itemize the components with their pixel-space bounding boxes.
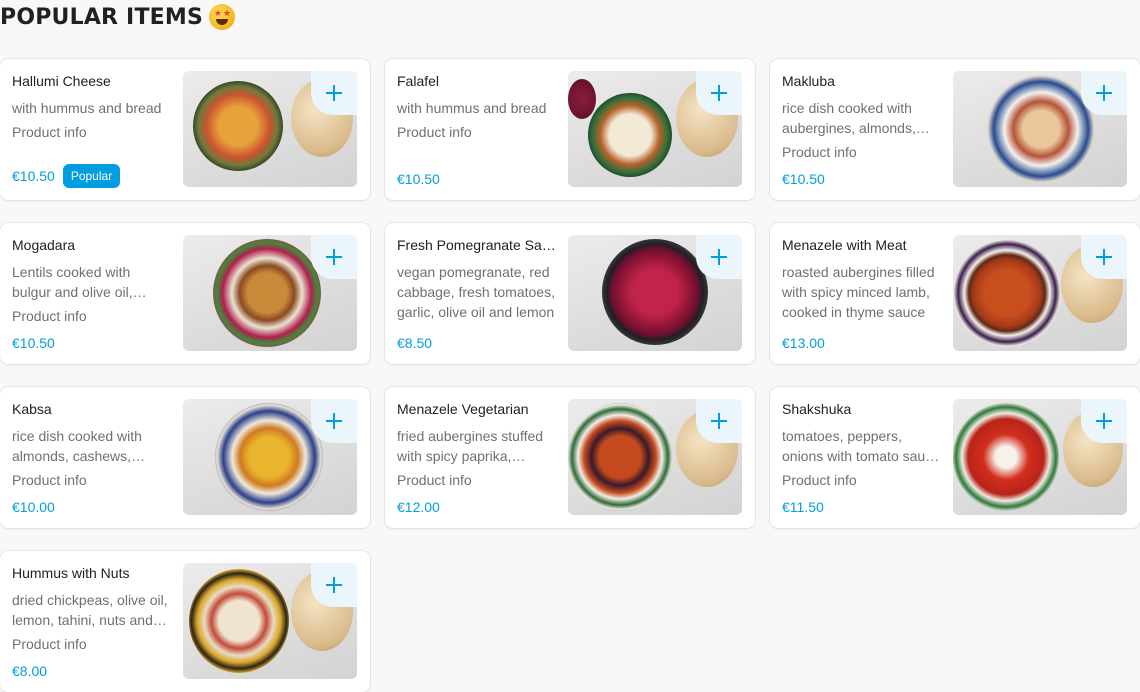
item-name: Fresh Pomegranate Salad [397, 237, 557, 253]
section-title-text: POPULAR ITEMS [0, 4, 204, 30]
item-image [953, 399, 1127, 515]
item-price: €8.00 [12, 663, 48, 679]
plus-icon [711, 249, 727, 265]
item-card-makluba[interactable]: Makluba rice dish cooked with aubergines… [770, 59, 1140, 200]
add-to-cart-button[interactable] [311, 235, 357, 279]
plus-icon [1096, 85, 1112, 101]
item-card-mogadara[interactable]: Mogadara Lentils cooked with bulgur and … [0, 223, 370, 364]
add-to-cart-button[interactable] [1081, 399, 1127, 443]
item-image [183, 71, 357, 187]
item-price: €11.50 [782, 499, 824, 515]
item-description: rice dish cooked with aubergines, almond… [782, 100, 916, 136]
item-price: €12.00 [397, 499, 440, 515]
item-price: €10.50 [397, 171, 440, 187]
item-card-menazele-vegetarian[interactable]: Menazele Vegetarian fried aubergines stu… [385, 387, 755, 528]
product-info-link[interactable]: Product info [12, 306, 172, 326]
item-price: €10.00 [12, 499, 55, 515]
item-description: fried aubergines stuffed with spicy papr… [397, 428, 544, 464]
add-to-cart-button[interactable] [696, 71, 742, 115]
item-card-fresh-pomegranate-salad[interactable]: Fresh Pomegranate Salad vegan pomegranat… [385, 223, 755, 364]
item-price: €13.00 [782, 335, 825, 351]
add-to-cart-button[interactable] [311, 563, 357, 607]
item-card-kabsa[interactable]: Kabsa rice dish cooked with almonds, cas… [0, 387, 370, 528]
product-info-link[interactable]: Product info [12, 122, 172, 142]
plus-icon [326, 249, 342, 265]
item-description: rice dish cooked with almonds, cashews, … [12, 428, 142, 464]
item-image [183, 235, 357, 351]
item-card-menazele-with-meat[interactable]: Menazele with Meat roasted aubergines fi… [770, 223, 1140, 364]
item-card-shakshuka[interactable]: Shakshuka tomatoes, peppers, onions with… [770, 387, 1140, 528]
item-price: €10.50 [12, 335, 55, 351]
add-to-cart-button[interactable] [1081, 71, 1127, 115]
item-price: €10.50 [782, 171, 825, 187]
add-to-cart-button[interactable] [696, 235, 742, 279]
popular-badge: Popular [62, 164, 121, 188]
item-name: Hallumi Cheese [12, 73, 111, 89]
item-image [568, 399, 742, 515]
plus-icon [1096, 249, 1112, 265]
item-name: Kabsa [12, 401, 52, 417]
item-name: Falafel [397, 73, 440, 89]
product-info-link[interactable]: Product info [782, 470, 942, 490]
item-price: €10.50 [12, 168, 55, 184]
plus-icon [711, 413, 727, 429]
item-description: with hummus and bread [397, 100, 547, 116]
add-to-cart-button[interactable] [311, 399, 357, 443]
item-name: Shakshuka [782, 401, 852, 417]
product-info-link[interactable]: Product info [782, 142, 942, 162]
star-struck-emoji-icon: ★ ★ [209, 4, 236, 30]
add-to-cart-button[interactable] [696, 399, 742, 443]
item-description: tomatoes, peppers, onions with tomato sa… [782, 428, 940, 464]
item-price: €8.50 [397, 335, 433, 351]
product-info-link[interactable]: Product info [12, 634, 172, 654]
item-card-falafel[interactable]: Falafel with hummus and bread Product in… [385, 59, 755, 200]
item-card-hummus-with-nuts[interactable]: Hummus with Nuts dried chickpeas, olive … [0, 551, 370, 692]
item-image [568, 235, 742, 351]
plus-icon [326, 413, 342, 429]
plus-icon [326, 85, 342, 101]
section-title: POPULAR ITEMS ★ ★ [0, 2, 236, 32]
item-description: Lentils cooked with bulgur and olive oil… [12, 264, 133, 300]
add-to-cart-button[interactable] [311, 71, 357, 115]
item-description: with hummus and bread [12, 100, 162, 116]
add-to-cart-button[interactable] [1081, 235, 1127, 279]
item-image [953, 235, 1127, 351]
item-image [953, 71, 1127, 187]
item-description: vegan pomegranate, red cabbage, fresh to… [397, 264, 555, 320]
item-name: Menazele Vegetarian [397, 401, 529, 417]
item-image [183, 563, 357, 679]
item-image [183, 399, 357, 515]
item-name: Mogadara [12, 237, 76, 253]
product-info-link[interactable]: Product info [12, 470, 172, 490]
plus-icon [711, 85, 727, 101]
item-name: Hummus with Nuts [12, 565, 130, 581]
item-name: Makluba [782, 73, 835, 89]
product-info-link[interactable]: Product info [397, 122, 557, 142]
product-info-link[interactable]: Product info [397, 470, 557, 490]
item-name: Menazele with Meat [782, 237, 907, 253]
item-card-hallumi-cheese[interactable]: Hallumi Cheese with hummus and bread Pro… [0, 59, 370, 200]
plus-icon [1096, 413, 1112, 429]
plus-icon [326, 577, 342, 593]
item-description: dried chickpeas, olive oil, lemon, tahin… [12, 592, 168, 628]
item-description: roasted aubergines filled with spicy min… [782, 264, 935, 320]
item-image [568, 71, 742, 187]
